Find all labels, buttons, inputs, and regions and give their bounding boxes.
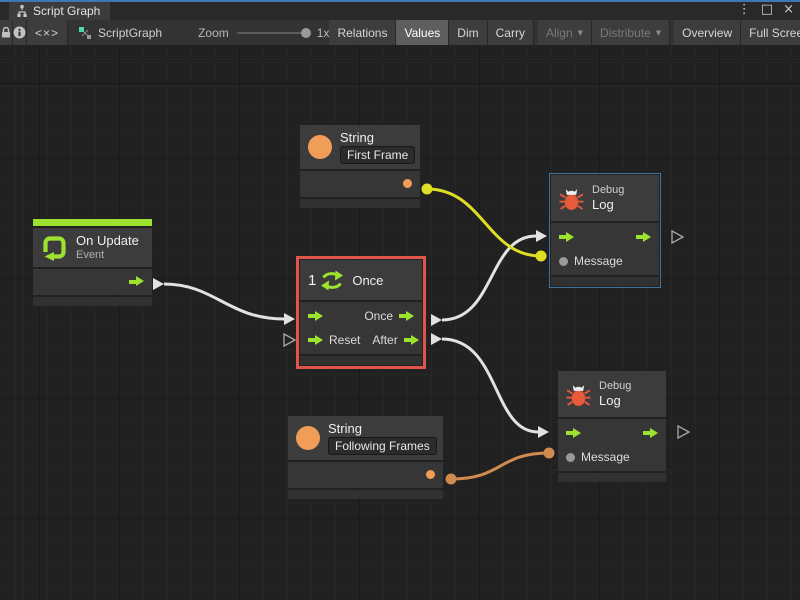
flow-output-port[interactable] [636, 232, 651, 243]
tab-script-graph[interactable]: Script Graph [9, 2, 110, 20]
node-once[interactable]: 1 Once Once Reset [300, 260, 422, 365]
port-label-after: After [372, 333, 397, 347]
string-type-icon [308, 135, 332, 159]
on-update-loop-icon [41, 234, 68, 261]
string-output-port[interactable] [403, 179, 412, 188]
string-value-field[interactable]: Following Frames [328, 437, 437, 455]
zoom-control: Zoom 1x [198, 20, 329, 45]
script-graph-asset-icon [78, 26, 92, 40]
flow-output-port[interactable] [643, 428, 658, 439]
node-title: Log [592, 197, 624, 213]
window-menu-icon[interactable]: ⋮ [738, 2, 751, 17]
node-footer [300, 199, 420, 208]
align-dropdown[interactable]: Align ▼ [538, 20, 592, 45]
once-enter-port[interactable] [308, 311, 323, 322]
values-button[interactable]: Values [396, 20, 449, 45]
node-footer [558, 473, 666, 482]
node-category: Debug [599, 380, 631, 393]
title-bar: Script Graph ⋮ □ × [0, 0, 800, 20]
info-icon [13, 26, 26, 39]
chevron-down-icon: ▼ [656, 29, 661, 37]
zoom-label: Zoom [198, 26, 229, 40]
port-label-once: Once [364, 309, 393, 323]
bug-icon [559, 186, 584, 211]
chevron-down-icon: ▼ [578, 29, 583, 37]
tab-title: Script Graph [33, 4, 100, 18]
distribute-dropdown[interactable]: Distribute ▼ [592, 20, 670, 45]
node-string-following-frames[interactable]: String Following Frames [288, 416, 443, 499]
carry-button[interactable]: Carry [488, 20, 534, 45]
node-string-first-frame[interactable]: String First Frame [300, 125, 420, 208]
node-on-update[interactable]: On Update Event [33, 219, 152, 306]
after-output-port[interactable] [404, 335, 419, 346]
relations-button[interactable]: Relations [329, 20, 396, 45]
message-input-port[interactable] [559, 257, 568, 266]
node-title: Log [599, 393, 631, 409]
node-footer [288, 490, 443, 499]
fullscreen-button[interactable]: Full Screen [741, 20, 800, 45]
node-title: On Update [76, 233, 139, 249]
once-cycle-icon [320, 269, 344, 292]
event-accent-bar [33, 219, 152, 226]
node-subtitle: Event [76, 249, 139, 262]
graph-hierarchy-icon [16, 5, 28, 17]
code-icon: <×> [35, 26, 59, 40]
once-output-port[interactable] [399, 311, 414, 322]
graph-name: ScriptGraph [98, 26, 162, 40]
graph-canvas[interactable]: String First Frame On Update Event [0, 45, 800, 600]
node-footer [33, 297, 152, 306]
maximize-icon[interactable]: □ [761, 2, 773, 17]
distribute-label: Distribute [600, 26, 651, 40]
graph-breadcrumb[interactable]: ScriptGraph [68, 20, 172, 45]
flow-output-port[interactable] [129, 276, 144, 287]
flow-input-port[interactable] [566, 428, 581, 439]
lock-icon [0, 26, 12, 39]
reset-input-port[interactable] [308, 335, 323, 346]
zoom-slider-knob[interactable] [301, 28, 311, 38]
info-button[interactable] [13, 20, 27, 45]
node-footer [551, 277, 659, 286]
node-debug-log-bottom[interactable]: Debug Log Message [558, 371, 666, 482]
string-output-port[interactable] [426, 470, 435, 479]
port-label-reset: Reset [329, 333, 360, 347]
focus-indicator-line [0, 0, 800, 2]
script-graph-window: Script Graph ⋮ □ × <×> [0, 0, 800, 600]
close-icon[interactable]: × [783, 2, 794, 17]
message-input-port[interactable] [566, 453, 575, 462]
node-footer [300, 356, 422, 365]
once-count: 1 [308, 272, 316, 289]
toolbar-right-buttons: Relations Values Dim Carry Align ▼ Distr… [329, 20, 800, 45]
string-value-field[interactable]: First Frame [340, 146, 415, 164]
node-title: String [328, 421, 437, 437]
port-label-message: Message [581, 450, 630, 464]
dim-button[interactable]: Dim [449, 20, 487, 45]
align-label: Align [546, 26, 573, 40]
node-debug-log-top[interactable]: Debug Log Message [551, 175, 659, 286]
graph-toolbar: <×> ScriptGraph Zoom 1x Relations Values… [0, 20, 800, 46]
overview-button[interactable]: Overview [674, 20, 741, 45]
lock-button[interactable] [0, 20, 13, 45]
code-preview-button[interactable]: <×> [27, 20, 68, 45]
bug-icon [566, 382, 591, 407]
port-label-message: Message [574, 254, 623, 268]
zoom-slider[interactable] [237, 32, 309, 34]
flow-input-port[interactable] [559, 232, 574, 243]
zoom-value: 1x [317, 26, 330, 40]
string-type-icon [296, 426, 320, 450]
node-title: Once [352, 273, 383, 288]
node-category: Debug [592, 184, 624, 197]
node-title: String [340, 130, 415, 146]
